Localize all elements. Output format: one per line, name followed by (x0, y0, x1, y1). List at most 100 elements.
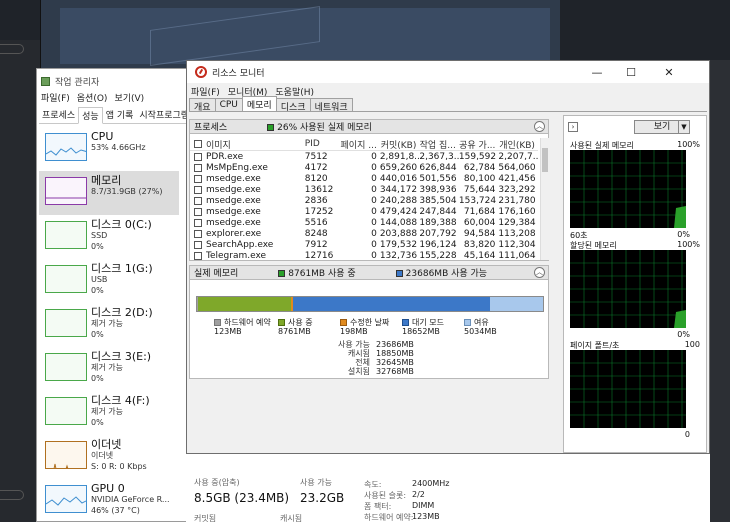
table-row[interactable]: msedge.exe 2836 0 240,288 385,504 153,724 231,… (190, 195, 538, 206)
minimize-button[interactable]: — (581, 61, 613, 83)
row-checkbox[interactable] (194, 229, 202, 238)
background-pill-icon (0, 44, 24, 54)
cell-pid: 4172 (304, 162, 328, 173)
menu-file[interactable]: 파일(F) (191, 85, 220, 98)
cell-commit: 344,172 (379, 184, 418, 195)
row-checkbox[interactable] (194, 207, 202, 216)
perf-item-name: 디스크 0(C:) (91, 218, 152, 231)
table-header-row: 이미지 PID 페이지 ... 커밋(KB) 작업 집... 공유 가... 개… (190, 138, 538, 151)
memory-used-legend-label: 8761MB 사용 중 (288, 269, 356, 279)
background-left-panel (0, 40, 40, 522)
physical-memory-panel-header[interactable]: 실제 메모리 8761MB 사용 중 23686MB 사용 가능 ︿ (189, 265, 549, 280)
row-checkbox[interactable] (194, 185, 202, 194)
table-row[interactable]: msedge.exe 13612 0 344,172 398,936 75,644 323,… (190, 184, 538, 195)
perf-item-cpu[interactable]: CPU 53% 4.66GHz (39, 127, 179, 171)
table-row[interactable]: msedge.exe 5516 0 144,088 189,388 60,004 129,3… (190, 217, 538, 228)
row-checkbox[interactable] (194, 152, 202, 161)
perf-item-sub: 이더넷 (91, 451, 114, 460)
tab-disk[interactable]: 디스크 (275, 98, 311, 113)
tab-performance[interactable]: 성능 (78, 107, 103, 124)
table-row[interactable]: explorer.exe 8248 0 203,888 207,792 94,584 113… (190, 228, 538, 239)
col-page-faults[interactable]: 페이지 ... (340, 138, 380, 151)
row-checkbox[interactable] (194, 174, 202, 183)
cell-private: 113,208 (498, 228, 536, 239)
perf-item-disk-2[interactable]: 디스크 2(D:) 제거 가능 0% (39, 303, 179, 347)
row-checkbox[interactable] (194, 218, 202, 227)
perf-item-memory[interactable]: 메모리 8.7/31.9GB (27%) (39, 171, 179, 215)
tab-memory[interactable]: 메모리 (241, 96, 277, 111)
menu-help[interactable]: 도움말(H) (275, 85, 314, 98)
scrollbar-thumb[interactable] (542, 148, 548, 172)
menu-file[interactable]: 파일(F) (41, 91, 70, 104)
row-checkbox[interactable] (194, 240, 202, 249)
row-checkbox[interactable] (194, 196, 202, 205)
cell-pid: 13612 (304, 184, 334, 195)
table-row[interactable]: Telegram.exe 12716 0 132,736 155,228 45,164 11… (190, 250, 538, 261)
chevron-right-icon[interactable]: › (568, 122, 578, 132)
legend-standby: 대기 모드 18652MB (402, 318, 444, 336)
col-image[interactable]: 이미지 (206, 138, 305, 151)
row-checkbox[interactable] (194, 251, 202, 260)
resource-monitor-title-bar[interactable]: 리소스 모니터 — ☐ ✕ (187, 61, 709, 83)
perf-item-sub: 제거 가능 (91, 319, 123, 328)
col-pid[interactable]: PID (305, 139, 341, 149)
chevron-down-icon[interactable]: ▼ (678, 120, 690, 134)
physical-memory-legend: 26% 사용된 실제 메모리 (267, 120, 372, 133)
cell-shareable: 75,644 (463, 184, 496, 195)
maximize-button[interactable]: ☐ (615, 61, 647, 83)
perf-item-sub: 8.7/31.9GB (27%) (91, 187, 163, 196)
perf-item-disk-4[interactable]: 디스크 4(F:) 제거 가능 0% (39, 391, 179, 435)
available-label: 사용 가능 (300, 478, 332, 487)
cell-working-set: 155,228 (419, 250, 457, 261)
select-all-checkbox[interactable] (194, 140, 202, 148)
processes-panel-header[interactable]: 프로세스 26% 사용된 실제 메모리 ︿ (189, 119, 549, 134)
row-checkbox[interactable] (194, 163, 202, 172)
perf-item-usage: 0% (91, 242, 104, 251)
close-button[interactable]: ✕ (653, 61, 685, 83)
tab-overview[interactable]: 개요 (189, 98, 216, 113)
perf-item-disk-1[interactable]: 디스크 1(G:) USB 0% (39, 259, 179, 303)
table-row[interactable]: PDR.exe 7512 0 2,891,8... 2,367,3... 159,592 2… (190, 151, 538, 162)
perf-item-sub: 제거 가능 (91, 407, 123, 416)
stat-row: 캐시됨 18850MB (334, 349, 414, 358)
collapse-chevron-icon[interactable]: ︿ (534, 267, 545, 278)
perf-item-name: 이더넷 (91, 438, 122, 451)
legend-label: 대기 모드 (412, 318, 444, 327)
task-manager-icon (41, 76, 50, 86)
tab-processes[interactable]: 프로세스 (39, 107, 78, 123)
cell-shareable: 60,004 (463, 217, 496, 228)
col-shareable[interactable]: 공유 가... (459, 138, 499, 151)
perf-item-gpu[interactable]: GPU 0 NVIDIA GeForce R... 46% (37 °C) (39, 479, 179, 522)
legend-free: 여유 5034MB (464, 318, 497, 336)
graph-min-label: 0% (677, 330, 690, 339)
memory-available-legend: 23686MB 사용 가능 (395, 266, 487, 279)
form-factor-value: DIMM (412, 501, 435, 510)
perf-item-disk-3[interactable]: 디스크 3(E:) 제거 가능 0% (39, 347, 179, 391)
col-working-set[interactable]: 작업 집... (419, 138, 459, 151)
tab-cpu[interactable]: CPU (214, 98, 243, 111)
processes-scrollbar[interactable] (540, 138, 549, 260)
perf-item-usage: 0% (91, 374, 104, 383)
table-row[interactable]: msedge.exe 8120 0 440,016 501,556 80,100 421,4… (190, 173, 538, 184)
menu-view[interactable]: 보기(V) (114, 91, 144, 104)
tab-network[interactable]: 네트워크 (309, 98, 353, 113)
cell-working-set: 385,504 (419, 195, 457, 206)
memory-bar-segment-used (198, 297, 291, 311)
table-row[interactable]: MsMpEng.exe 4172 0 659,260 626,844 62,784 564,… (190, 162, 538, 173)
hw-reserved-label: 하드웨어 예약: (364, 513, 414, 522)
col-private[interactable]: 개인(KB) (498, 138, 538, 151)
col-commit[interactable]: 커밋(KB) (380, 138, 420, 151)
cell-working-set: 398,936 (419, 184, 457, 195)
menu-options[interactable]: 옵션(O) (77, 91, 108, 104)
tab-startup[interactable]: 시작프로그램 (136, 107, 192, 123)
memory-bar-segment-standby (292, 297, 490, 311)
cell-private: 111,064 (498, 250, 536, 261)
collapse-chevron-icon[interactable]: ︿ (534, 121, 545, 132)
perf-item-ethernet[interactable]: 이더넷 이더넷 S: 0 R: 0 Kbps (39, 435, 179, 479)
tab-app-history[interactable]: 앱 기록 (103, 107, 137, 123)
cell-commit: 659,260 (379, 162, 418, 173)
perf-item-usage: 0% (91, 418, 104, 427)
perf-item-disk-0[interactable]: 디스크 0(C:) SSD 0% (39, 215, 179, 259)
table-row[interactable]: SearchApp.exe 7912 0 179,532 196,124 83,820 11… (190, 239, 538, 250)
table-row[interactable]: msedge.exe 17252 0 479,424 247,844 71,684 176,… (190, 206, 538, 217)
